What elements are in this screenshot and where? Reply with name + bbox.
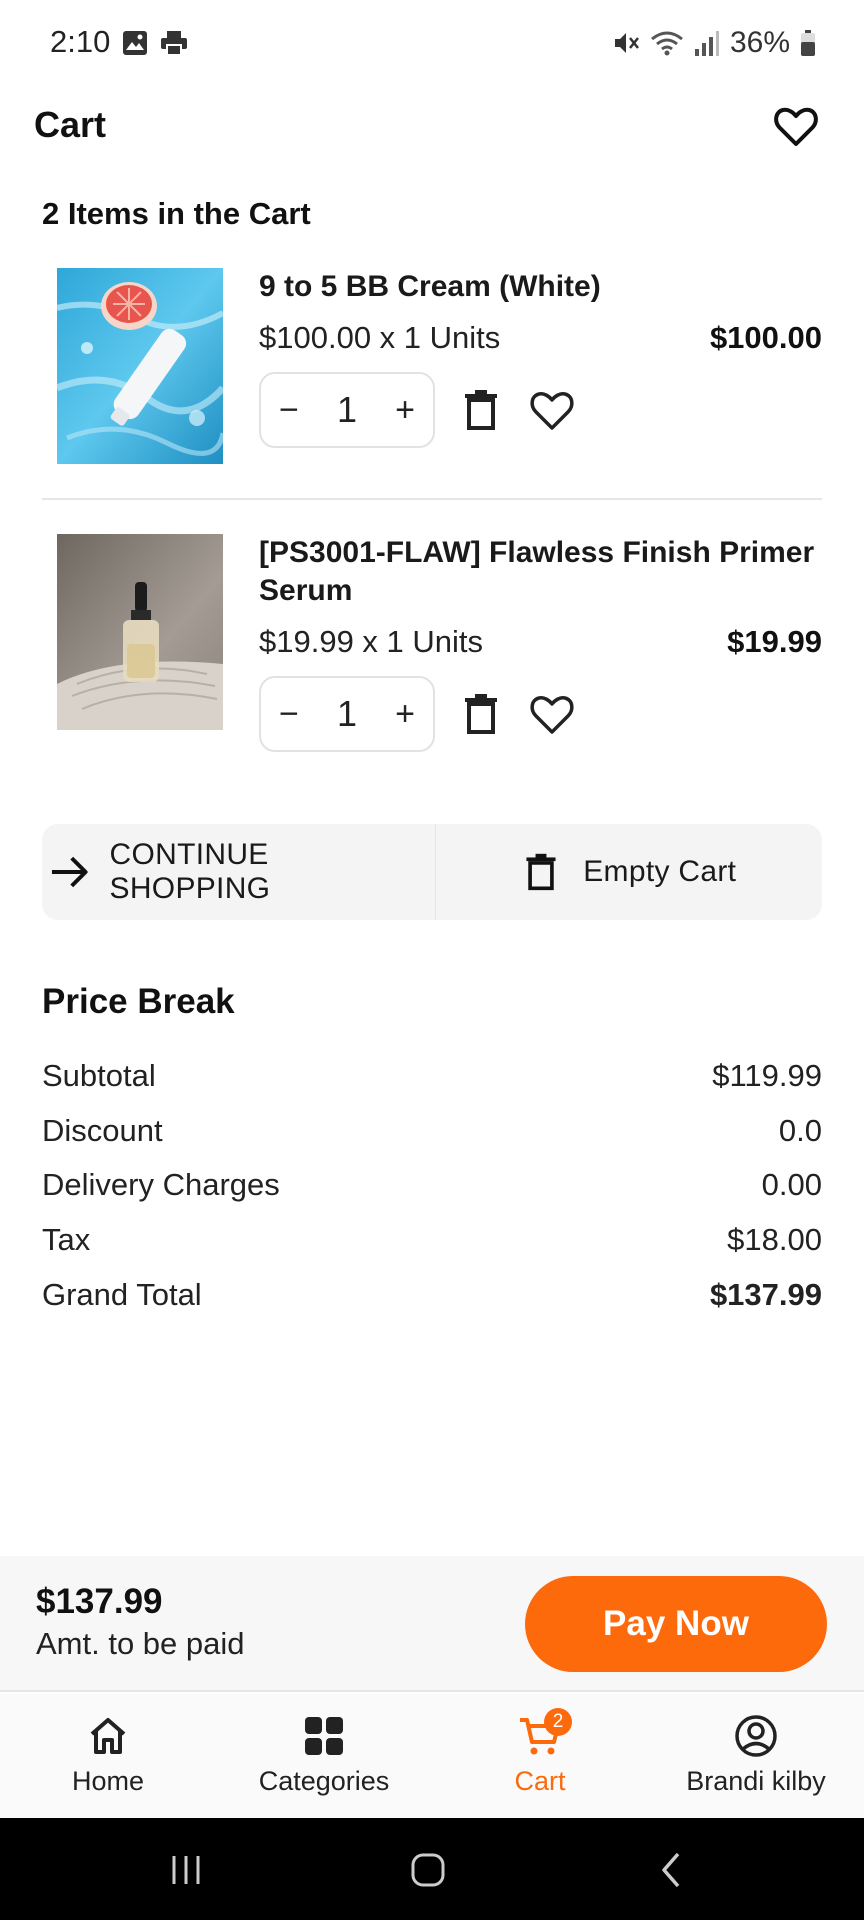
price-label: Tax bbox=[42, 1222, 91, 1257]
image-icon bbox=[123, 31, 147, 55]
cart-actions-bar: CONTINUE SHOPPING Empty Cart bbox=[42, 824, 822, 920]
item-price-row: $100.00 x 1 Units $100.00 bbox=[259, 320, 822, 360]
item-total: $19.99 bbox=[727, 624, 822, 659]
item-unit-price: $100.00 x 1 Units bbox=[259, 320, 501, 355]
nav-home[interactable]: Home bbox=[0, 1694, 216, 1818]
increase-quantity-button[interactable]: + bbox=[395, 391, 415, 430]
payable-amount: $137.99 bbox=[36, 1582, 163, 1621]
empty-cart-button[interactable]: Empty Cart bbox=[436, 824, 823, 920]
status-right: 36% bbox=[612, 26, 816, 60]
quantity-stepper: − 1 + bbox=[259, 372, 435, 448]
price-break-title: Price Break bbox=[42, 982, 235, 1021]
price-row-grand-total: Grand Total $137.99 bbox=[42, 1277, 822, 1321]
home-button-icon[interactable] bbox=[406, 1848, 450, 1892]
system-navigation-bar bbox=[0, 1818, 864, 1920]
price-row-delivery: Delivery Charges 0.00 bbox=[42, 1167, 822, 1211]
cart-item: [PS3001-FLAW] Flawless Finish Primer Ser… bbox=[42, 534, 822, 754]
battery-percent: 36% bbox=[729, 26, 790, 59]
quantity-value: 1 bbox=[336, 389, 358, 430]
continue-shopping-button[interactable]: CONTINUE SHOPPING bbox=[42, 824, 436, 920]
item-divider bbox=[42, 498, 822, 500]
continue-shopping-label: CONTINUE SHOPPING bbox=[109, 838, 271, 905]
decrease-quantity-button[interactable]: − bbox=[279, 391, 299, 430]
quantity-stepper: − 1 + bbox=[259, 676, 435, 752]
price-row-subtotal: Subtotal $119.99 bbox=[42, 1058, 822, 1102]
quantity-value: 1 bbox=[336, 693, 358, 734]
nav-label: Home bbox=[71, 1766, 145, 1796]
app-bar: Cart bbox=[0, 88, 864, 168]
item-title[interactable]: [PS3001-FLAW] Flawless Finish Primer Ser… bbox=[259, 534, 822, 610]
home-icon bbox=[90, 1718, 126, 1754]
battery-icon bbox=[801, 30, 815, 56]
nav-account[interactable]: Brandi kilby bbox=[648, 1694, 864, 1818]
status-bar: 2:10 36% bbox=[0, 0, 864, 88]
item-price-row: $19.99 x 1 Units $19.99 bbox=[259, 624, 822, 664]
pay-now-button[interactable]: Pay Now bbox=[525, 1576, 827, 1672]
signal-icon bbox=[694, 31, 719, 56]
item-actions: − 1 + bbox=[259, 676, 822, 752]
heart-icon[interactable] bbox=[772, 102, 820, 150]
trash-icon bbox=[526, 853, 556, 891]
price-row-tax: Tax $18.00 bbox=[42, 1222, 822, 1266]
account-icon bbox=[735, 1715, 777, 1757]
printer-icon bbox=[161, 31, 187, 56]
nav-categories[interactable]: Categories bbox=[216, 1694, 432, 1818]
price-value: $137.99 bbox=[709, 1277, 822, 1312]
nav-label: Categories bbox=[258, 1766, 390, 1796]
product-image[interactable] bbox=[57, 534, 223, 730]
trash-icon[interactable] bbox=[459, 388, 503, 432]
item-details: 9 to 5 BB Cream (White) $100.00 x 1 Unit… bbox=[259, 268, 822, 448]
item-details: [PS3001-FLAW] Flawless Finish Primer Ser… bbox=[259, 534, 822, 752]
cart-item-count: 2 Items in the Cart bbox=[42, 196, 311, 231]
wishlist-heart-icon[interactable] bbox=[529, 692, 575, 736]
decrease-quantity-button[interactable]: − bbox=[279, 695, 299, 734]
item-actions: − 1 + bbox=[259, 372, 822, 448]
nav-cart[interactable]: 2 Cart bbox=[432, 1694, 648, 1818]
nav-label: Cart bbox=[514, 1766, 566, 1796]
categories-icon bbox=[305, 1717, 343, 1755]
page-title: Cart bbox=[34, 104, 107, 145]
increase-quantity-button[interactable]: + bbox=[395, 695, 415, 734]
status-time: 2:10 bbox=[50, 24, 111, 59]
item-title[interactable]: 9 to 5 BB Cream (White) bbox=[259, 268, 822, 306]
product-image[interactable] bbox=[57, 268, 223, 464]
price-label: Grand Total bbox=[42, 1277, 202, 1312]
payment-bar: $137.99 Amt. to be paid Pay Now bbox=[0, 1556, 864, 1692]
recents-icon[interactable] bbox=[164, 1848, 208, 1892]
price-value: 0.00 bbox=[761, 1167, 822, 1202]
cart-item: 9 to 5 BB Cream (White) $100.00 x 1 Unit… bbox=[42, 268, 822, 468]
nav-label: Brandi kilby bbox=[686, 1766, 826, 1796]
mute-icon bbox=[614, 33, 639, 53]
price-label: Subtotal bbox=[42, 1058, 156, 1093]
trash-icon[interactable] bbox=[459, 692, 503, 736]
empty-cart-label: Empty Cart bbox=[583, 855, 737, 888]
cart-count-badge: 2 bbox=[544, 1708, 572, 1736]
wishlist-heart-icon[interactable] bbox=[529, 388, 575, 432]
payable-amount-label: Amt. to be paid bbox=[36, 1626, 245, 1661]
back-icon[interactable] bbox=[650, 1848, 694, 1892]
price-label: Delivery Charges bbox=[42, 1167, 280, 1202]
price-row-discount: Discount 0.0 bbox=[42, 1113, 822, 1157]
item-total: $100.00 bbox=[709, 320, 822, 355]
price-label: Discount bbox=[42, 1113, 163, 1148]
price-value: $119.99 bbox=[712, 1058, 822, 1093]
bottom-navigation: Home Categories 2 Cart Brandi kilby bbox=[0, 1694, 864, 1818]
status-left-icons bbox=[122, 30, 188, 56]
arrow-right-icon bbox=[51, 856, 88, 888]
item-unit-price: $19.99 x 1 Units bbox=[259, 624, 484, 659]
price-value: 0.0 bbox=[778, 1113, 822, 1148]
price-value: $18.00 bbox=[727, 1222, 822, 1257]
wifi-icon bbox=[651, 31, 683, 56]
cart-icon-wrapper: 2 bbox=[518, 1708, 572, 1758]
